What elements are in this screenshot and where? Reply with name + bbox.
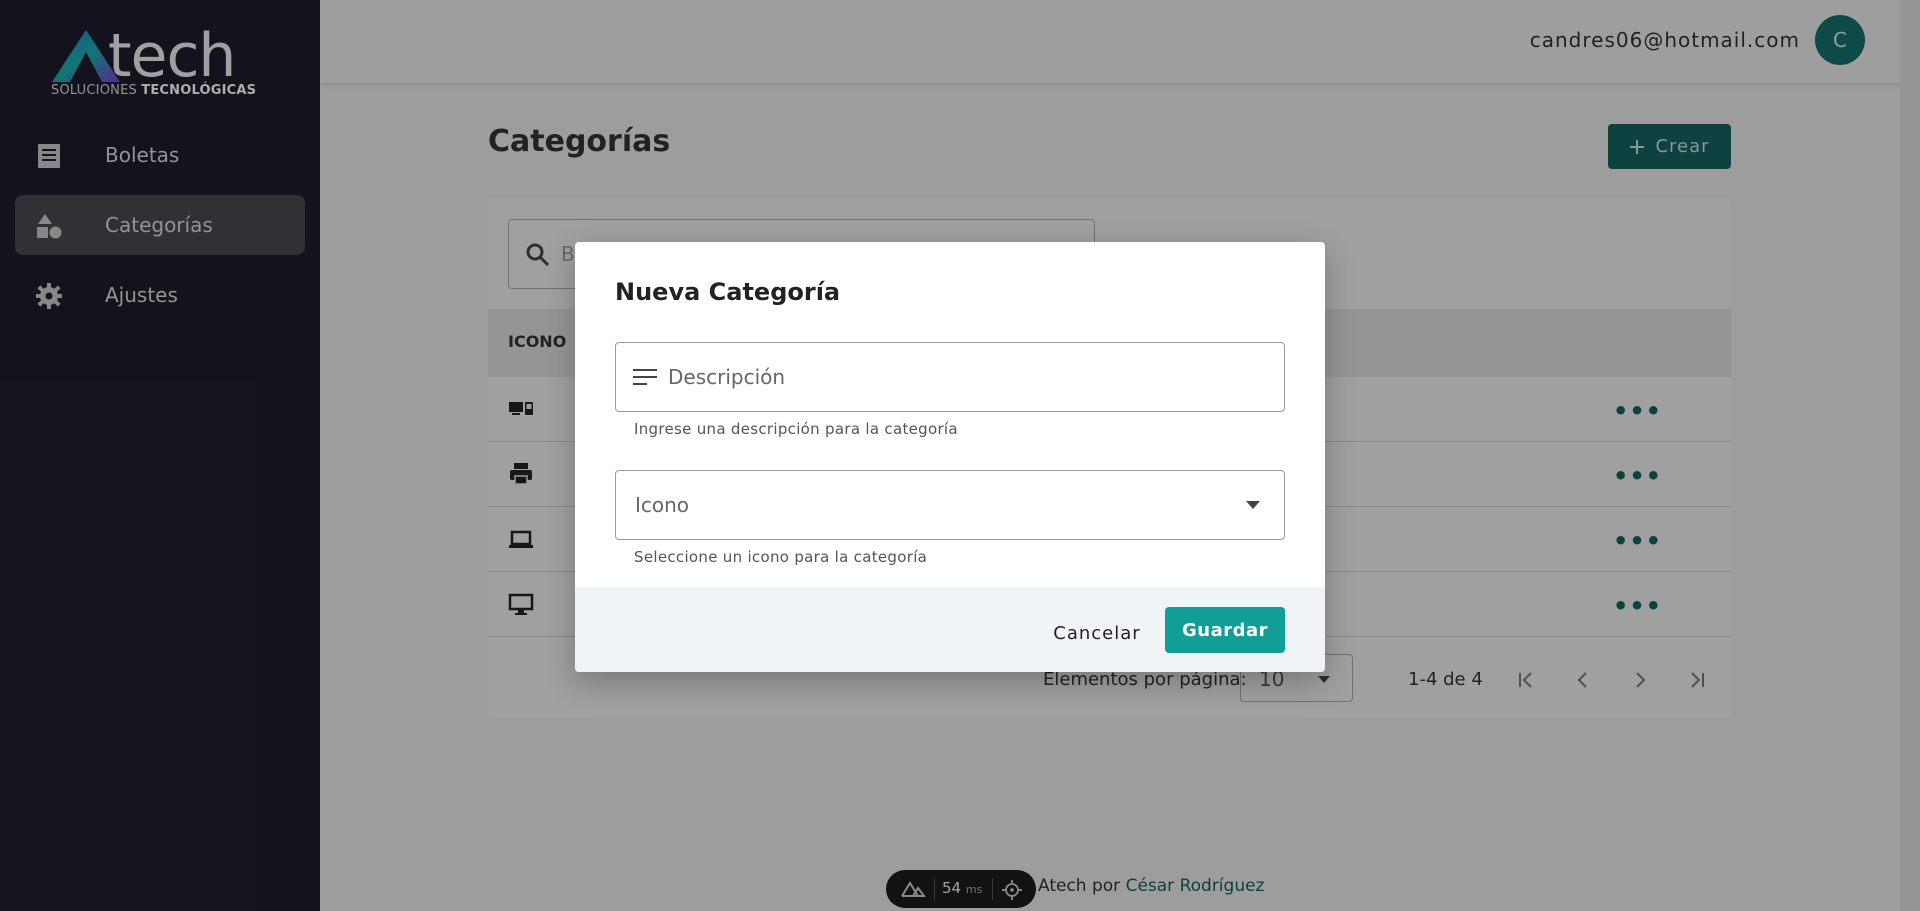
icon-hint: Seleccione un icono para la categoría <box>634 548 928 566</box>
dialog-title: Nueva Categoría <box>615 278 841 306</box>
description-hint: Ingrese una descripción para la categorí… <box>634 420 958 438</box>
description-field[interactable]: Descripción <box>615 342 1285 412</box>
cancel-button[interactable]: Cancelar <box>1037 611 1157 655</box>
icon-select-placeholder: Icono <box>635 493 690 517</box>
dialog-footer: Cancelar Guardar <box>575 587 1325 672</box>
new-category-dialog: Nueva Categoría Descripción Ingrese una … <box>575 242 1325 672</box>
chevron-down-icon <box>1246 501 1260 509</box>
save-button[interactable]: Guardar <box>1165 607 1285 653</box>
text-lines-icon <box>633 369 657 385</box>
icon-select[interactable]: Icono <box>615 470 1285 540</box>
description-placeholder: Descripción <box>668 365 786 389</box>
